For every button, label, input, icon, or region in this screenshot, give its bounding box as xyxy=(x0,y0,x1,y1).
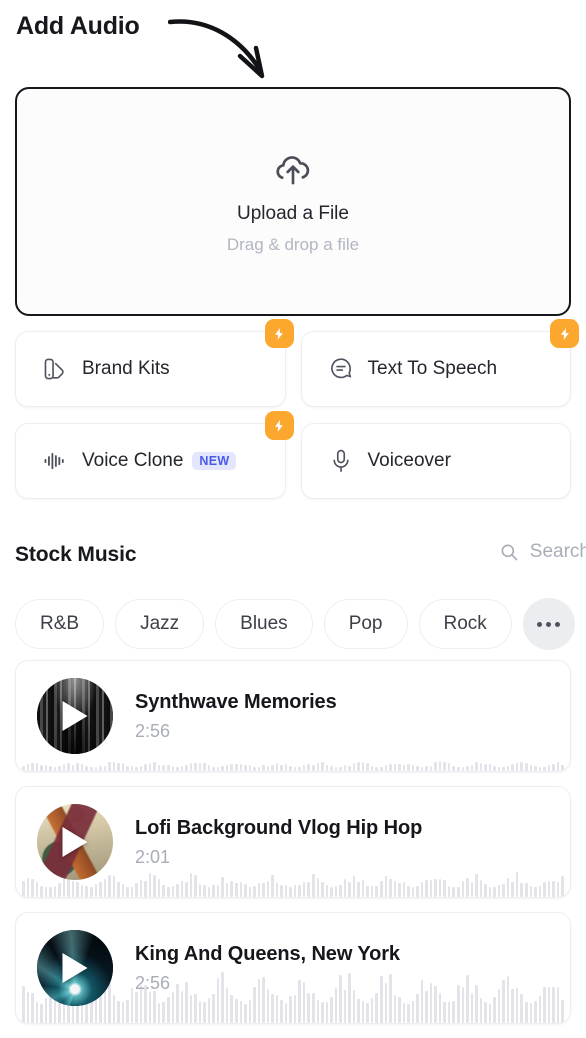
track-thumbnail[interactable] xyxy=(37,930,113,1006)
lightning-bolt-icon xyxy=(274,419,283,432)
feature-card-voiceover[interactable]: Voiceover xyxy=(300,423,571,499)
track-duration: 2:01 xyxy=(135,846,171,867)
dropzone-title: Upload a File xyxy=(237,202,349,224)
track-thumbnail[interactable] xyxy=(37,678,113,754)
track-thumbnail[interactable] xyxy=(37,804,113,880)
lightning-bolt-icon xyxy=(560,327,569,340)
search-button[interactable]: Search xyxy=(499,541,586,563)
genre-pill-jazz[interactable]: Jazz xyxy=(115,599,205,649)
feature-label: Brand Kits xyxy=(82,358,170,379)
genre-pill-pop[interactable]: Pop xyxy=(323,599,408,649)
feature-label: Voiceover xyxy=(367,450,451,471)
genre-pill-rock[interactable]: Rock xyxy=(418,599,512,649)
section-title: Stock Music xyxy=(15,543,137,566)
feature-grid: Brand Kits Text To Speech Voice Clone NE… xyxy=(15,319,579,499)
dropzone-subtitle: Drag & drop a file xyxy=(226,234,360,254)
search-label: Search xyxy=(529,541,586,562)
genre-pill-rnb[interactable]: R&B xyxy=(15,599,105,649)
genre-filter-row: R&B Jazz Blues Pop Rock xyxy=(15,597,586,651)
feature-label: Text To Speech xyxy=(367,358,498,379)
stock-music-header: Stock Music Search xyxy=(15,539,586,571)
microphone-icon xyxy=(332,449,349,472)
track-row[interactable]: King And Queens, New York 2:56 xyxy=(15,912,571,1024)
genre-pill-blues[interactable]: Blues xyxy=(215,599,313,649)
track-row[interactable]: Lofi Background Vlog Hip Hop 2:01 xyxy=(15,786,571,898)
feature-label: Voice Clone xyxy=(82,450,184,471)
track-duration: 2:56 xyxy=(135,972,171,993)
brand-kits-icon xyxy=(44,358,64,380)
text-to-speech-icon xyxy=(330,358,351,379)
play-icon[interactable] xyxy=(62,701,88,731)
track-title: King And Queens, New York xyxy=(135,942,400,965)
pro-badge[interactable] xyxy=(264,411,294,440)
cloud-upload-icon xyxy=(276,155,310,185)
play-icon[interactable] xyxy=(62,827,88,857)
curved-arrow-icon xyxy=(168,19,265,79)
search-icon xyxy=(501,544,518,561)
page-title: Add Audio xyxy=(16,12,140,40)
track-title: Lofi Background Vlog Hip Hop xyxy=(135,816,423,839)
voice-clone-icon xyxy=(44,452,64,470)
feature-card-brand-kits[interactable]: Brand Kits xyxy=(15,319,294,407)
play-icon[interactable] xyxy=(62,953,88,983)
upload-dropzone[interactable]: Upload a File Drag & drop a file xyxy=(15,87,571,316)
stock-music-track-list: Synthwave Memories 2:56 Lofi Background … xyxy=(15,660,571,1038)
track-title: Synthwave Memories xyxy=(135,690,337,713)
track-row[interactable]: Synthwave Memories 2:56 xyxy=(15,660,571,772)
new-badge: NEW xyxy=(192,451,237,471)
lightning-bolt-icon xyxy=(274,327,283,340)
feature-card-voice-clone[interactable]: Voice Clone NEW xyxy=(15,411,294,499)
pro-badge[interactable] xyxy=(550,319,579,348)
feature-card-text-to-speech[interactable]: Text To Speech xyxy=(300,319,579,407)
track-duration: 2:56 xyxy=(135,720,171,741)
ellipsis-icon[interactable] xyxy=(522,598,575,650)
pro-badge[interactable] xyxy=(264,319,294,348)
